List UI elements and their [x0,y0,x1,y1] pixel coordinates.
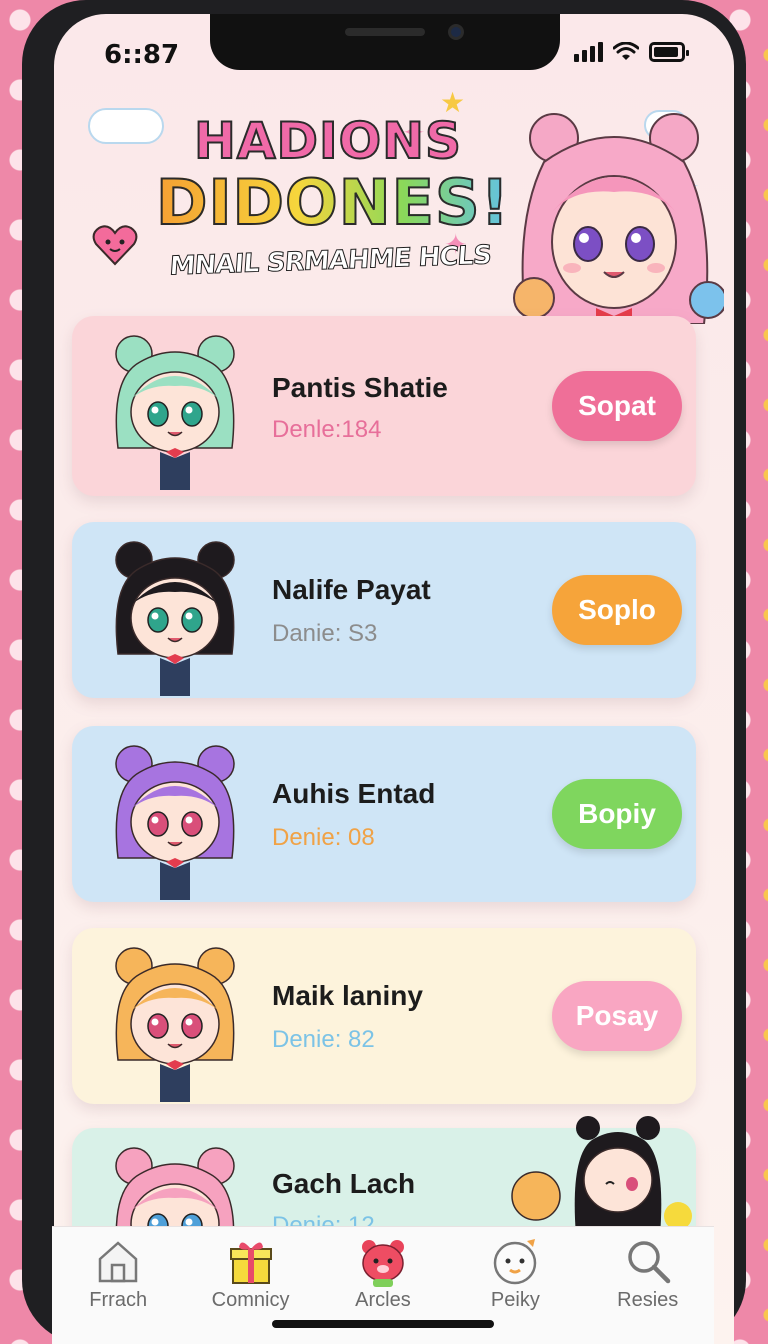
cloud-decoration [88,108,164,144]
tab-arcles[interactable]: Arcles [323,1235,443,1312]
card-action-button[interactable]: Posay [552,981,682,1051]
status-icons [574,40,689,62]
character-meta: Denie: 82 [272,1026,375,1053]
gift-icon [229,1242,272,1284]
tab-peiky[interactable]: Peiky [455,1235,575,1312]
status-time: 6::87 [104,40,180,70]
character-card[interactable]: Pantis Shatie Denle:184 Sopat [72,316,696,496]
tab-frrach[interactable]: Frrach [58,1235,178,1312]
character-card[interactable]: Nalife Payat Danie: S3 Soplo [72,522,696,698]
character-meta: Denie: 08 [272,824,375,851]
home-indicator[interactable] [272,1320,494,1328]
house-icon [98,1241,138,1283]
character-name: Nalife Payat [272,574,431,605]
character-card[interactable]: Auhis Entad Denie: 08 Bopiy [72,726,696,902]
tab-label: Comnicy [211,1289,290,1311]
cellular-signal-icon [574,40,603,62]
character-name: Gach Lach [272,1168,416,1199]
front-camera [448,24,464,40]
tab-resies[interactable]: Resies [588,1235,708,1312]
magnifier-icon [628,1241,670,1284]
banner-subtitle: MNAIL SRMAHME HCLS [168,240,492,282]
character-name: Maik laniny [272,980,423,1011]
tab-label: Arcles [355,1289,411,1311]
banner-title-line1: HADIONS [193,112,463,170]
card-action-button[interactable]: Bopiy [552,779,682,849]
card-action-button[interactable]: Sopat [552,371,682,441]
wifi-icon [612,41,640,62]
tab-label: Frrach [89,1289,148,1311]
card-action-button[interactable]: Soplo [552,575,682,645]
character-avatar [115,745,235,900]
bear-icon [361,1240,404,1287]
tab-label: Peiky [490,1289,540,1311]
header-banner: ★ ✦ ✦ ✦ HADIONS DIDONES! MNAIL SRMAHME H… [52,86,724,324]
heart-mascot-icon [92,225,138,266]
banner-title-line2: DIDONES! [155,166,510,239]
character-card[interactable]: Maik laniny Denie: 82 Posay [72,928,696,1104]
banner-character-illustration [513,113,724,324]
character-avatar [115,947,235,1102]
tab-comnicy[interactable]: Comnicy [191,1235,311,1312]
character-name: Pantis Shatie [272,372,448,403]
battery-icon [649,42,689,62]
speaker-grille [345,28,425,36]
character-meta: Denle:184 [272,416,382,443]
character-avatar [115,541,235,696]
camera-notch [210,14,560,70]
character-name: Auhis Entad [272,778,436,809]
face-icon [494,1239,537,1285]
character-avatar [115,335,235,490]
tab-label: Resies [617,1289,679,1311]
character-meta: Danie: S3 [272,620,378,647]
